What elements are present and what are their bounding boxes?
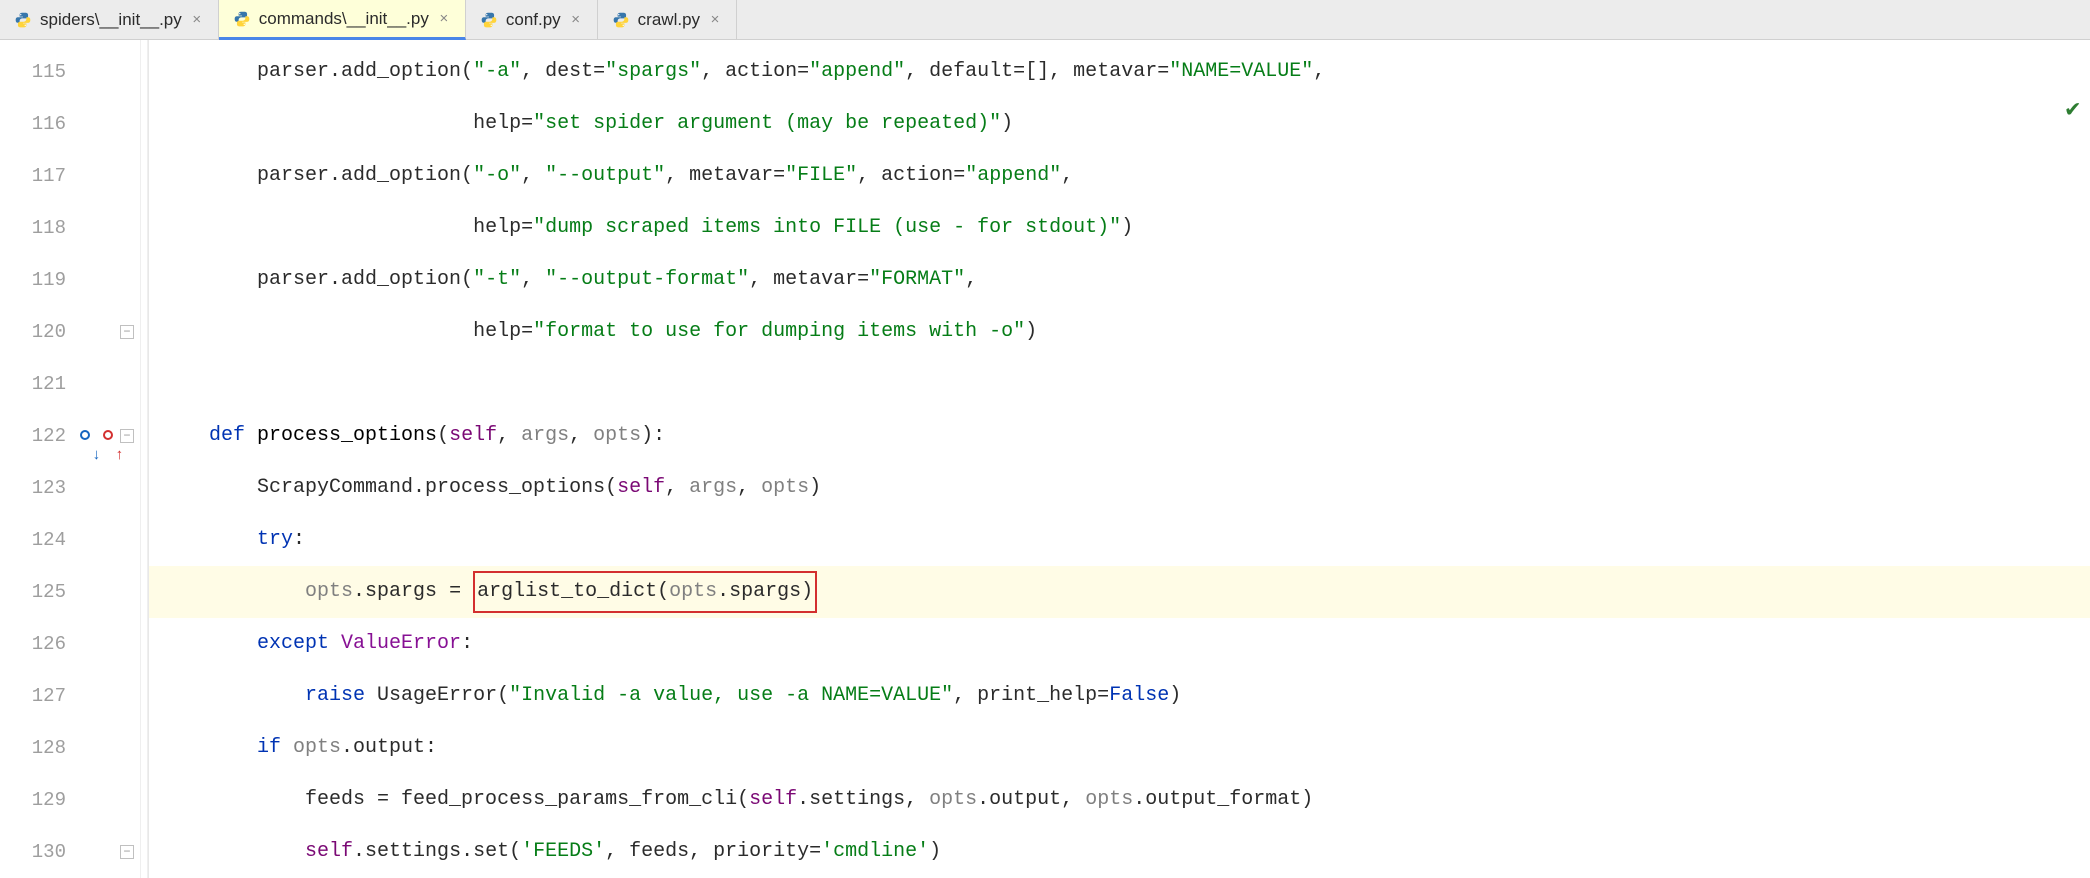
gutter-icons: − ↓↑ − −: [80, 40, 140, 878]
close-icon[interactable]: ×: [190, 13, 204, 27]
fold-icon[interactable]: −: [120, 845, 134, 859]
line-number-gutter: 115 116 117 118 119 120 121 122 123 124 …: [0, 40, 80, 878]
tab-label: conf.py: [506, 10, 561, 30]
tab-bar: spiders\__init__.py × commands\__init__.…: [0, 0, 2090, 40]
line-number: 126: [0, 618, 80, 670]
code-line[interactable]: parser.add_option("-o", "--output", meta…: [149, 150, 2090, 202]
close-icon[interactable]: ×: [569, 13, 583, 27]
python-file-icon: [480, 11, 498, 29]
fold-icon[interactable]: −: [120, 325, 134, 339]
python-file-icon: [233, 10, 251, 28]
line-number: 125: [0, 566, 80, 618]
line-number: 124: [0, 514, 80, 566]
code-line[interactable]: feeds = feed_process_params_from_cli(sel…: [149, 774, 2090, 826]
change-marker-strip: [140, 40, 148, 878]
code-line[interactable]: help="dump scraped items into FILE (use …: [149, 202, 2090, 254]
code-line[interactable]: ScrapyCommand.process_options(self, args…: [149, 462, 2090, 514]
code-content[interactable]: parser.add_option("-a", dest="spargs", a…: [148, 40, 2090, 878]
line-number: 119: [0, 254, 80, 306]
code-area[interactable]: ✔ 115 116 117 118 119 120 121 122 123 12…: [0, 40, 2090, 878]
code-line[interactable]: parser.add_option("-a", dest="spargs", a…: [149, 46, 2090, 98]
code-line[interactable]: [149, 358, 2090, 410]
line-number: 116: [0, 98, 80, 150]
line-number: 120: [0, 306, 80, 358]
code-line[interactable]: try:: [149, 514, 2090, 566]
tab-label: crawl.py: [638, 10, 700, 30]
line-number: 122: [0, 410, 80, 462]
line-number: 130: [0, 826, 80, 878]
line-number: 121: [0, 358, 80, 410]
code-line[interactable]: except ValueError:: [149, 618, 2090, 670]
code-line[interactable]: help="set spider argument (may be repeat…: [149, 98, 2090, 150]
code-line[interactable]: if opts.output:: [149, 722, 2090, 774]
code-line[interactable]: help="format to use for dumping items wi…: [149, 306, 2090, 358]
tab-label: spiders\__init__.py: [40, 10, 182, 30]
tab-label: commands\__init__.py: [259, 9, 429, 29]
code-line[interactable]: def process_options(self, args, opts):: [149, 410, 2090, 462]
code-line[interactable]: self.settings.set('FEEDS', feeds, priori…: [149, 826, 2090, 878]
code-line-highlighted[interactable]: opts.spargs = arglist_to_dict(opts.sparg…: [149, 566, 2090, 618]
line-number: 115: [0, 46, 80, 98]
fold-icon[interactable]: −: [120, 429, 134, 443]
line-number: 127: [0, 670, 80, 722]
python-file-icon: [14, 11, 32, 29]
line-number: 123: [0, 462, 80, 514]
tab-crawl[interactable]: crawl.py ×: [598, 0, 737, 39]
line-number: 117: [0, 150, 80, 202]
tab-conf[interactable]: conf.py ×: [466, 0, 598, 39]
line-number: 128: [0, 722, 80, 774]
tab-commands-init[interactable]: commands\__init__.py ×: [219, 0, 466, 40]
close-icon[interactable]: ×: [437, 12, 451, 26]
python-file-icon: [612, 11, 630, 29]
highlighted-expression: arglist_to_dict(opts.spargs): [473, 571, 817, 613]
code-line[interactable]: raise UsageError("Invalid -a value, use …: [149, 670, 2090, 722]
code-line[interactable]: parser.add_option("-t", "--output-format…: [149, 254, 2090, 306]
tab-spiders-init[interactable]: spiders\__init__.py ×: [0, 0, 219, 39]
line-number: 129: [0, 774, 80, 826]
line-number: 118: [0, 202, 80, 254]
editor-window: spiders\__init__.py × commands\__init__.…: [0, 0, 2090, 878]
close-icon[interactable]: ×: [708, 13, 722, 27]
